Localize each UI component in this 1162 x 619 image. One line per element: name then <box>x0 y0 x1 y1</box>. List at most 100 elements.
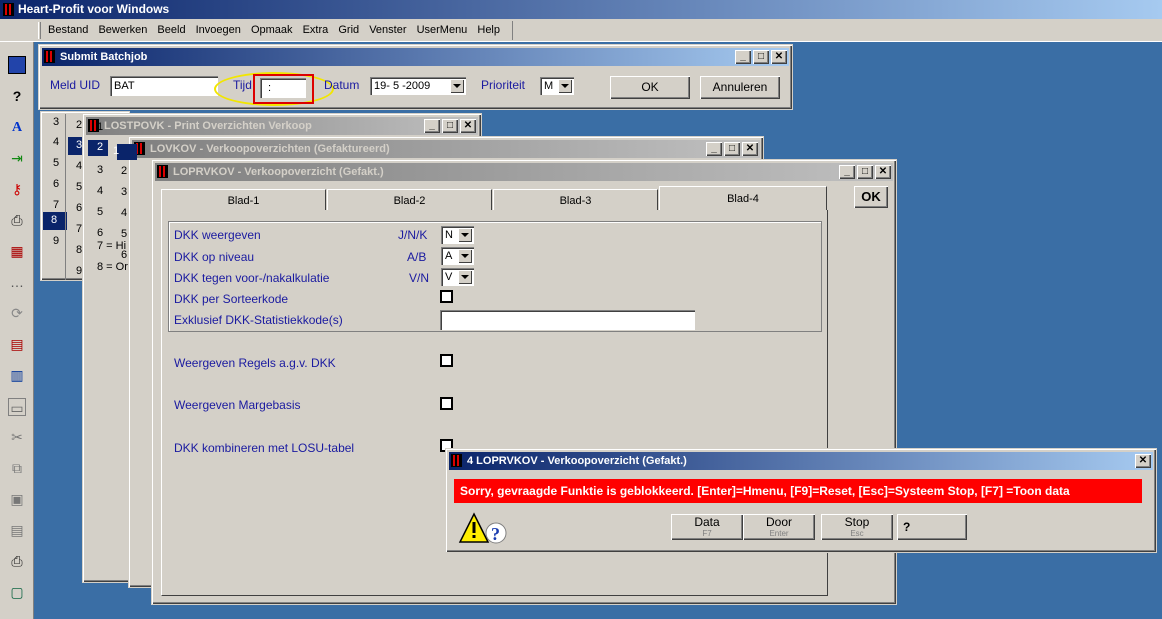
tab-blad-1[interactable]: Blad-1 <box>161 189 326 211</box>
close-button[interactable]: ✕ <box>771 50 787 64</box>
refresh-icon[interactable]: ⟳ <box>8 304 26 322</box>
menu-extra[interactable]: Extra <box>303 24 329 36</box>
list-item[interactable]: 4 <box>121 207 127 219</box>
list-note-8: 8 = Or <box>97 261 128 273</box>
menu-bewerken[interactable]: Bewerken <box>98 24 147 36</box>
tijd-input[interactable]: : <box>260 78 306 98</box>
list-item[interactable]: 5 <box>121 228 127 240</box>
list-item[interactable]: 3 <box>53 116 59 128</box>
list-item-selected[interactable]: 1 <box>113 144 137 160</box>
datum-dropdown-icon[interactable] <box>450 79 464 93</box>
print-setup-icon[interactable]: ⎙ <box>8 552 26 570</box>
list-item[interactable]: 4 <box>53 136 59 148</box>
maximize-button[interactable]: □ <box>753 50 769 64</box>
maximize-button[interactable]: □ <box>724 142 740 156</box>
close-button[interactable]: ✕ <box>875 165 891 179</box>
list-item[interactable]: 3 <box>97 164 103 176</box>
batch-cancel-button[interactable]: Annuleren <box>700 76 780 99</box>
tab-blad-2[interactable]: Blad-2 <box>327 189 492 211</box>
dkk-tegen-dropdown-icon[interactable] <box>458 270 472 284</box>
prioriteit-select[interactable]: M <box>540 77 574 95</box>
menu-beeld[interactable]: Beeld <box>157 24 185 36</box>
loprvkov-ok-button[interactable]: OK <box>854 186 888 208</box>
list-item[interactable]: 7 <box>53 199 59 211</box>
help-button[interactable]: ? <box>897 514 967 540</box>
printer-icon[interactable]: ⎙ <box>8 211 26 229</box>
list-item-selected[interactable]: 8 <box>43 212 67 230</box>
dialog-title: 4 LOPRVKOV - Verkoopoverzicht (Gefakt.) <box>467 455 687 467</box>
menu-venster[interactable]: Venster <box>369 24 406 36</box>
list-item[interactable]: 2 <box>121 165 127 177</box>
list-item[interactable]: 5 <box>97 206 103 218</box>
dkk-weergeven-dropdown-icon[interactable] <box>458 228 472 242</box>
help-icon[interactable]: ? <box>8 87 26 105</box>
exit-icon[interactable]: ⇥ <box>8 149 26 167</box>
menu-help[interactable]: Help <box>477 24 500 36</box>
menu-grip <box>38 22 41 39</box>
side-toolbar: ? A ⇥ ⚷ ⎙ ▦ … ⟳ ▤ ▥ ▭ ✂ ⧉ ▣ ▤ ⎙ ▢ <box>0 42 34 619</box>
prioriteit-dropdown-icon[interactable] <box>558 79 572 93</box>
window-icon[interactable]: ▭ <box>8 398 26 416</box>
list-item[interactable]: 5 <box>53 157 59 169</box>
data-button-label: Data <box>694 515 720 529</box>
cut-icon[interactable]: ✂ <box>8 428 26 446</box>
list-item-selected[interactable]: 2 <box>88 140 108 156</box>
list-item[interactable]: 9 <box>53 235 59 247</box>
list-item[interactable]: 1 <box>97 121 103 133</box>
menu-opmaak[interactable]: Opmaak <box>251 24 293 36</box>
weergeven-regels-checkbox[interactable] <box>440 354 453 367</box>
dkk-tegen-select[interactable]: V <box>441 268 474 286</box>
weergeven-marge-checkbox[interactable] <box>440 397 453 410</box>
list-item[interactable]: 4 <box>97 185 103 197</box>
minimize-button[interactable]: _ <box>839 165 855 179</box>
spelling-icon[interactable]: A <box>8 119 26 137</box>
loprvkov-window-buttons: _ □ ✕ <box>837 165 891 179</box>
dkk-weergeven-select[interactable]: N <box>441 226 474 244</box>
list-item[interactable]: 6 <box>53 178 59 190</box>
door-button[interactable]: Door Enter <box>743 514 815 540</box>
key-icon[interactable]: ⚷ <box>8 180 26 198</box>
copy-icon[interactable]: ⧉ <box>8 459 26 477</box>
print-preview-icon[interactable]: ▤ <box>8 521 26 539</box>
menu-usermenu[interactable]: UserMenu <box>417 24 468 36</box>
data-button[interactable]: Data F7 <box>671 514 743 540</box>
tab-blad-4[interactable]: Blad-4 <box>659 186 827 211</box>
tab-blad-3[interactable]: Blad-3 <box>493 189 658 211</box>
stop-button[interactable]: Stop Esc <box>821 514 893 540</box>
dots-icon[interactable]: … <box>8 273 26 291</box>
menu-end-divider <box>512 21 513 40</box>
menu-grid[interactable]: Grid <box>338 24 359 36</box>
list-item[interactable]: 3 <box>121 186 127 198</box>
close-button[interactable]: ✕ <box>742 142 758 156</box>
dkk-niveau-select[interactable]: A <box>441 247 474 265</box>
close-button[interactable]: ✕ <box>1135 454 1151 468</box>
batch-ok-button[interactable]: OK <box>610 76 690 99</box>
list-item[interactable]: 6 <box>121 249 127 261</box>
menu-invoegen[interactable]: Invoegen <box>196 24 241 36</box>
app-icon[interactable] <box>8 56 26 74</box>
maximize-button[interactable]: □ <box>442 119 458 133</box>
menu-bestand[interactable]: Bestand <box>48 24 88 36</box>
minimize-button[interactable]: _ <box>424 119 440 133</box>
datum-select[interactable]: 19- 5 -2009 <box>370 77 466 95</box>
exklusief-input[interactable] <box>440 310 695 330</box>
minimize-button[interactable]: _ <box>706 142 722 156</box>
dkk-niveau-label: DKK op niveau <box>174 250 255 264</box>
lostpovk-titlebar: LOSTPOVK - Print Overzichten Verkoop _ □… <box>86 117 478 135</box>
prioriteit-label: Prioriteit <box>481 78 526 92</box>
close-button[interactable]: ✕ <box>460 119 476 133</box>
dialog-logo-icon <box>451 454 462 467</box>
dkk-sorteer-checkbox[interactable] <box>440 290 453 303</box>
monitor-icon[interactable]: ▢ <box>8 583 26 601</box>
export-icon[interactable]: ▤ <box>8 335 26 353</box>
maximize-button[interactable]: □ <box>857 165 873 179</box>
dkk-niveau-dropdown-icon[interactable] <box>458 249 472 263</box>
chart-icon[interactable]: ▥ <box>8 366 26 384</box>
minimize-button[interactable]: _ <box>735 50 751 64</box>
help-icon: ? <box>903 520 911 534</box>
calculator-icon[interactable]: ▦ <box>8 242 26 260</box>
app-logo-icon <box>3 3 14 16</box>
list-item[interactable]: 6 <box>97 227 103 239</box>
paste-icon[interactable]: ▣ <box>8 490 26 508</box>
meld-uid-input[interactable]: BAT <box>110 76 218 96</box>
